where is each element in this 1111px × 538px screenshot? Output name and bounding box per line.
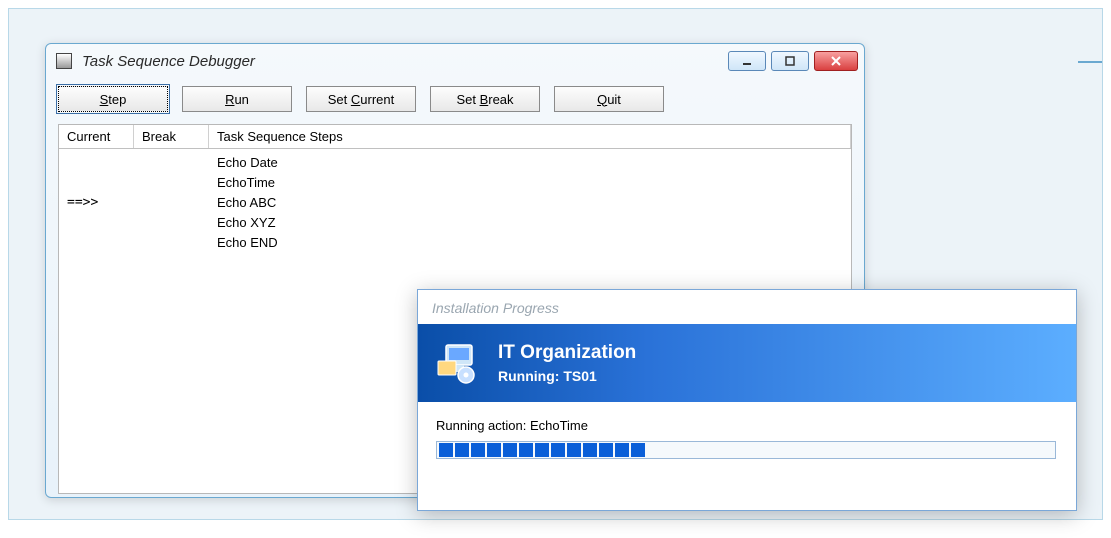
banner-text: IT Organization Running: TS01 — [498, 342, 636, 384]
window-titlebar[interactable]: Task Sequence Debugger — [46, 44, 864, 78]
column-break[interactable]: Break — [134, 125, 209, 148]
progress-segment — [615, 443, 629, 457]
step-button[interactable]: Step — [58, 86, 168, 112]
maximize-button[interactable] — [771, 51, 809, 71]
list-row[interactable]: Echo Date — [59, 153, 851, 173]
org-name: IT Organization — [498, 342, 636, 364]
running-action-label: Running action: EchoTime — [436, 418, 1058, 433]
minimize-button[interactable] — [728, 51, 766, 71]
progress-segment — [551, 443, 565, 457]
progress-segment — [535, 443, 549, 457]
column-steps[interactable]: Task Sequence Steps — [209, 125, 851, 148]
set-break-button[interactable]: Set Break — [430, 86, 540, 112]
popup-title: Installation Progress — [418, 290, 1076, 324]
installation-progress-window: Installation Progress IT Organization Ru… — [417, 289, 1077, 511]
list-row[interactable]: Echo XYZ — [59, 213, 851, 233]
progress-segment — [503, 443, 517, 457]
list-row[interactable]: ==>> Echo ABC — [59, 193, 851, 213]
list-header: Current Break Task Sequence Steps — [59, 125, 851, 149]
list-row[interactable]: Echo END — [59, 233, 851, 253]
running-line: Running: TS01 — [498, 368, 636, 384]
connector-line — [1078, 61, 1102, 63]
progress-segment — [631, 443, 645, 457]
progress-segment — [599, 443, 613, 457]
progress-segment — [471, 443, 485, 457]
close-button[interactable] — [814, 51, 858, 71]
progress-segment — [455, 443, 469, 457]
window-controls — [728, 51, 858, 71]
progress-bar — [436, 441, 1056, 459]
column-current[interactable]: Current — [59, 125, 134, 148]
progress-segment — [487, 443, 501, 457]
progress-segment — [519, 443, 533, 457]
window-title: Task Sequence Debugger — [82, 53, 728, 70]
installer-icon — [436, 341, 480, 385]
progress-segment — [567, 443, 581, 457]
quit-button[interactable]: Quit — [554, 86, 664, 112]
run-button[interactable]: Run — [182, 86, 292, 112]
progress-segment — [439, 443, 453, 457]
app-icon — [56, 53, 72, 69]
toolbar: Step Run Set Current Set Break Quit — [46, 78, 864, 116]
popup-body: Running action: EchoTime — [418, 402, 1076, 475]
progress-segment — [583, 443, 597, 457]
set-current-button[interactable]: Set Current — [306, 86, 416, 112]
popup-banner: IT Organization Running: TS01 — [418, 324, 1076, 402]
app-frame: Task Sequence Debugger Step Run — [8, 8, 1103, 520]
list-row[interactable]: EchoTime — [59, 173, 851, 193]
